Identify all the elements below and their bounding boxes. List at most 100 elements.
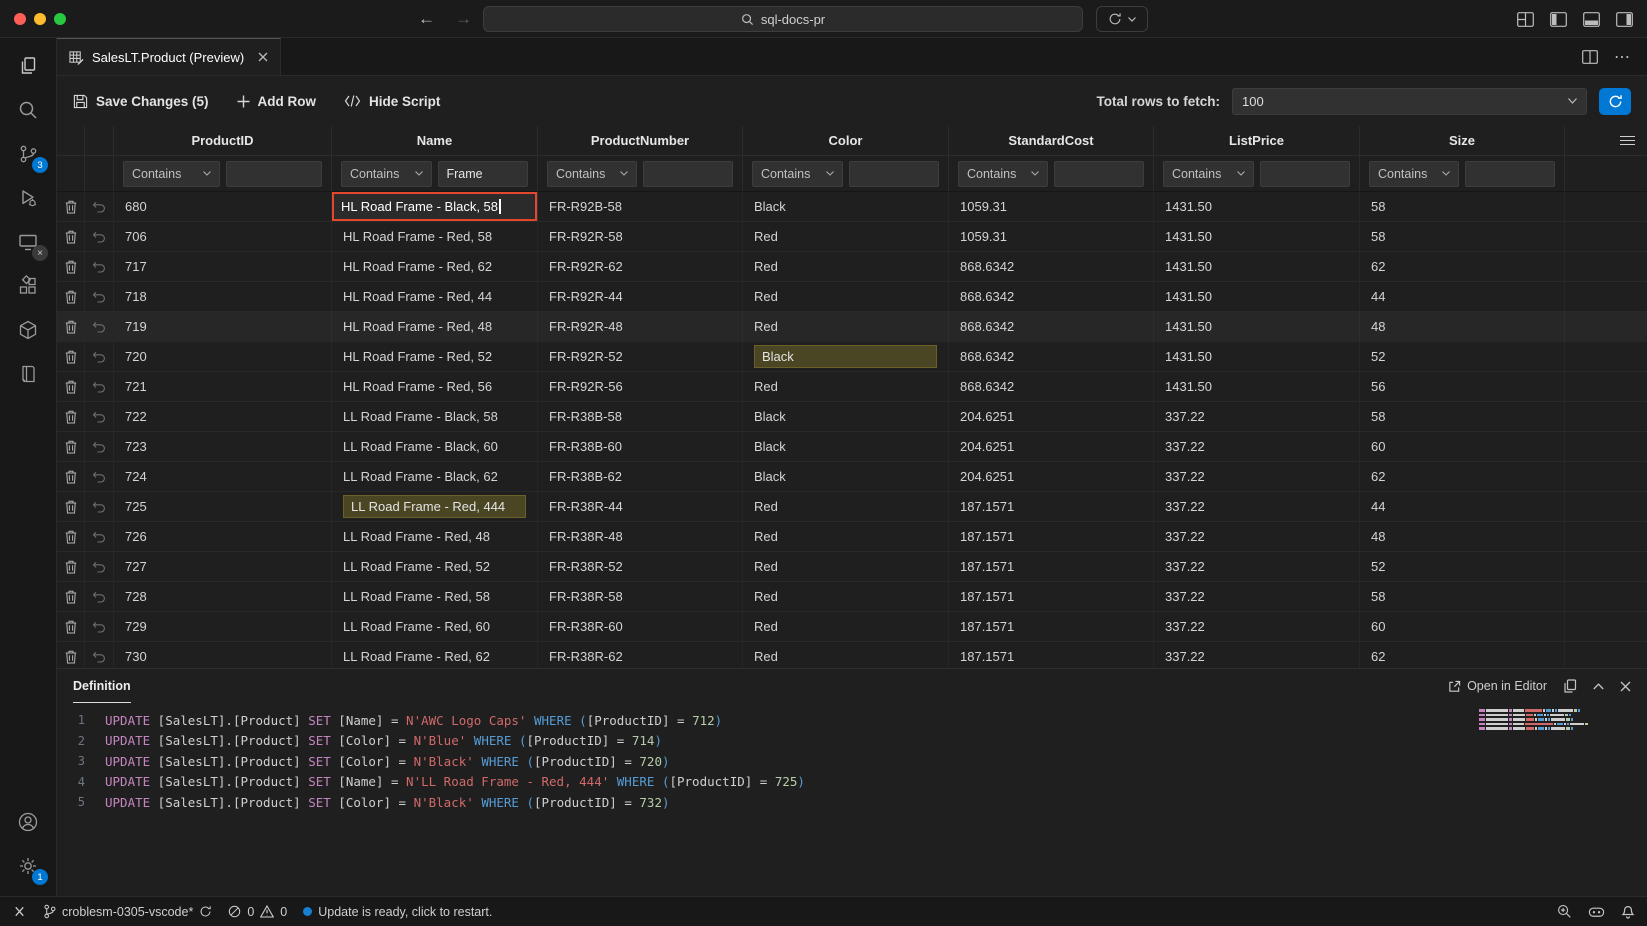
cell-productnumber[interactable]: FR-R92R-62 — [538, 252, 743, 281]
delete-row-button[interactable] — [57, 522, 85, 551]
definition-code[interactable]: 1UPDATE [SalesLT].[Product] SET [Name] =… — [57, 703, 1647, 896]
cell-productid[interactable]: 719 — [114, 312, 332, 341]
cell-productid[interactable]: 728 — [114, 582, 332, 611]
delete-row-button[interactable] — [57, 192, 85, 221]
cell-productnumber[interactable]: FR-R38R-44 — [538, 492, 743, 521]
undo-row-button[interactable] — [85, 372, 114, 401]
filter-operator-standardcost[interactable]: Contains — [958, 161, 1048, 187]
toggle-panel-icon[interactable] — [1583, 12, 1600, 27]
cell-productid[interactable]: 730 — [114, 642, 332, 668]
extensions-icon[interactable] — [5, 264, 51, 308]
undo-row-button[interactable] — [85, 282, 114, 311]
cell-color[interactable]: Red — [743, 522, 949, 551]
cell-listprice[interactable]: 337.22 — [1154, 612, 1360, 641]
cell-standardcost[interactable]: 868.6342 — [949, 372, 1154, 401]
cell-name[interactable]: HL Road Frame - Red, 58 — [332, 222, 538, 251]
cell-size[interactable]: 62 — [1360, 462, 1565, 491]
database-projects-icon[interactable] — [5, 308, 51, 352]
undo-row-button[interactable] — [85, 522, 114, 551]
cell-listprice[interactable]: 1431.50 — [1154, 192, 1360, 221]
filter-operator-color[interactable]: Contains — [752, 161, 843, 187]
cell-size[interactable]: 44 — [1360, 492, 1565, 521]
cell-size[interactable]: 62 — [1360, 642, 1565, 668]
cell-name[interactable]: LL Road Frame - Red, 62 — [332, 642, 538, 668]
cell-color[interactable]: Red — [743, 372, 949, 401]
cell-listprice[interactable]: 1431.50 — [1154, 312, 1360, 341]
cell-productid[interactable]: 706 — [114, 222, 332, 251]
editing-cell-input[interactable]: HL Road Frame - Black, 58 — [332, 192, 538, 221]
cell-listprice[interactable]: 337.22 — [1154, 402, 1360, 431]
cell-listprice[interactable]: 337.22 — [1154, 642, 1360, 668]
cell-standardcost[interactable]: 187.1571 — [949, 492, 1154, 521]
cell-name[interactable]: LL Road Frame - Black, 62 — [332, 462, 538, 491]
delete-row-button[interactable] — [57, 282, 85, 311]
cell-productnumber[interactable]: FR-R38R-52 — [538, 552, 743, 581]
explorer-icon[interactable] — [5, 44, 51, 88]
cell-name[interactable]: LL Road Frame - Red, 48 — [332, 522, 538, 551]
cell-productnumber[interactable]: FR-R92R-52 — [538, 342, 743, 371]
cell-productid[interactable]: 721 — [114, 372, 332, 401]
cell-name[interactable]: LL Road Frame - Red, 58 — [332, 582, 538, 611]
undo-row-button[interactable] — [85, 222, 114, 251]
column-header-productid[interactable]: ProductID — [114, 126, 332, 155]
cell-productnumber[interactable]: FR-R92R-56 — [538, 372, 743, 401]
delete-row-button[interactable] — [57, 222, 85, 251]
cell-size[interactable]: 58 — [1360, 222, 1565, 251]
cell-name[interactable]: LL Road Frame - Black, 58 — [332, 402, 538, 431]
remote-explorer-icon[interactable]: × — [5, 220, 51, 264]
delete-row-button[interactable] — [57, 642, 85, 668]
split-editor-icon[interactable] — [1582, 50, 1598, 64]
cell-listprice[interactable]: 337.22 — [1154, 552, 1360, 581]
cell-size[interactable]: 52 — [1360, 552, 1565, 581]
cell-listprice[interactable]: 337.22 — [1154, 522, 1360, 551]
settings-gear-icon[interactable]: 1 — [5, 844, 51, 888]
accounts-icon[interactable] — [5, 800, 51, 844]
cell-color[interactable]: Black — [743, 342, 949, 371]
search-sidebar-icon[interactable] — [5, 88, 51, 132]
more-actions-icon[interactable]: ⋯ — [1614, 47, 1631, 67]
column-header-color[interactable]: Color — [743, 126, 949, 155]
filter-input-listprice[interactable] — [1260, 161, 1351, 187]
cell-standardcost[interactable]: 868.6342 — [949, 312, 1154, 341]
cell-size[interactable]: 62 — [1360, 252, 1565, 281]
cell-size[interactable]: 52 — [1360, 342, 1565, 371]
column-header-listprice[interactable]: ListPrice — [1154, 126, 1360, 155]
cell-listprice[interactable]: 337.22 — [1154, 462, 1360, 491]
delete-row-button[interactable] — [57, 312, 85, 341]
cell-color[interactable]: Black — [743, 462, 949, 491]
cell-name[interactable]: HL Road Frame - Red, 52 — [332, 342, 538, 371]
sync-dropdown-button[interactable] — [1096, 6, 1148, 32]
cell-color[interactable]: Red — [743, 642, 949, 668]
cell-productid[interactable]: 723 — [114, 432, 332, 461]
close-window-button[interactable] — [14, 13, 26, 25]
cell-productnumber[interactable]: FR-R92B-58 — [538, 192, 743, 221]
cell-color[interactable]: Red — [743, 252, 949, 281]
cell-listprice[interactable]: 1431.50 — [1154, 252, 1360, 281]
cell-size[interactable]: 58 — [1360, 402, 1565, 431]
cell-color[interactable]: Black — [743, 432, 949, 461]
cell-standardcost[interactable]: 1059.31 — [949, 192, 1154, 221]
notebooks-icon[interactable] — [5, 352, 51, 396]
undo-row-button[interactable] — [85, 342, 114, 371]
column-header-productnumber[interactable]: ProductNumber — [538, 126, 743, 155]
cell-color[interactable]: Red — [743, 312, 949, 341]
cell-productnumber[interactable]: FR-R38R-48 — [538, 522, 743, 551]
cell-standardcost[interactable]: 868.6342 — [949, 252, 1154, 281]
column-header-size[interactable]: Size — [1360, 126, 1565, 155]
undo-row-button[interactable] — [85, 582, 114, 611]
cell-size[interactable]: 60 — [1360, 432, 1565, 461]
problems-indicator[interactable]: 0 0 — [228, 905, 287, 919]
cell-standardcost[interactable]: 204.6251 — [949, 462, 1154, 491]
cell-name[interactable]: LL Road Frame - Red, 60 — [332, 612, 538, 641]
cell-productid[interactable]: 727 — [114, 552, 332, 581]
filter-operator-productid[interactable]: Contains — [123, 161, 220, 187]
zoom-indicator-icon[interactable] — [1557, 904, 1572, 919]
cell-productid[interactable]: 680 — [114, 192, 332, 221]
filter-operator-name[interactable]: Contains — [341, 161, 432, 187]
minimize-window-button[interactable] — [34, 13, 46, 25]
undo-row-button[interactable] — [85, 192, 114, 221]
cell-name[interactable]: HL Road Frame - Red, 44 — [332, 282, 538, 311]
cell-productid[interactable]: 724 — [114, 462, 332, 491]
cell-name[interactable]: LL Road Frame - Black, 60 — [332, 432, 538, 461]
total-rows-input[interactable]: 100 — [1232, 88, 1587, 115]
